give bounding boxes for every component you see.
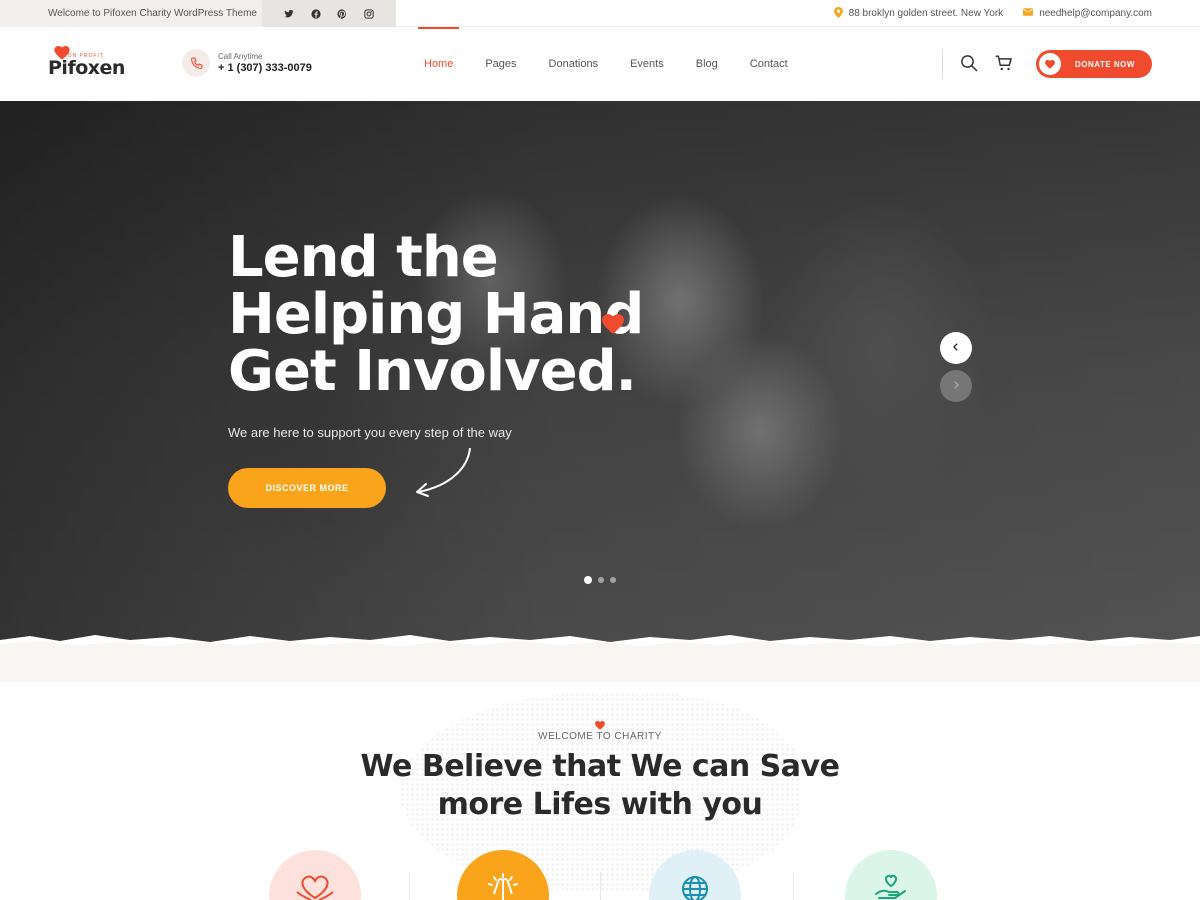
nav-blog[interactable]: Blog [696,27,718,101]
heart-hands-icon [292,872,338,900]
heart-icon [1039,53,1061,75]
section-tagline: WELCOME TO CHARITY [538,731,662,742]
section-title-line: We Believe that We can Save [360,749,840,784]
chevron-left-icon [951,339,961,357]
torn-paper-edge [0,635,1200,682]
header-divider [942,49,943,79]
divider [793,872,794,900]
curved-arrow-icon [410,446,474,505]
praying-hands-icon [483,872,523,900]
divider [409,872,410,900]
feature-circle-give[interactable] [845,850,937,900]
logo-text: Pifoxen [48,57,125,79]
hero-title: Lend the Helping Hand Get Involved. [228,225,644,404]
phone-icon [182,49,210,77]
slider-next-button[interactable] [940,370,972,402]
address-text: 88 broklyn golden street. New York [848,8,1004,19]
slider-dot[interactable] [598,577,604,583]
top-bar: Welcome to Pifoxen Charity WordPress The… [0,0,1200,27]
slider-dots [584,576,616,584]
main-header: NON PROFIT Pifoxen Call Anytime + 1 (307… [0,27,1200,101]
chevron-right-icon [951,377,961,395]
social-links [262,0,396,27]
call-anytime[interactable]: Call Anytime + 1 (307) 333-0079 [182,49,312,77]
heart-icon [602,311,624,340]
call-number[interactable]: + 1 (307) 333-0079 [218,62,312,74]
hero-title-line: Get Involved. [228,339,637,404]
donate-label: DONATE NOW [1075,59,1135,69]
nav-donations[interactable]: Donations [549,27,599,101]
location-pin-icon [833,6,843,21]
logo[interactable]: NON PROFIT Pifoxen [48,45,128,85]
pinterest-icon[interactable] [335,7,349,21]
nav-events[interactable]: Events [630,27,664,101]
main-nav: Home Pages Donations Events Blog Contact [417,27,820,101]
slider-dot[interactable] [610,577,616,583]
discover-more-button[interactable]: DISCOVER MORE [228,468,386,508]
email-info[interactable]: needhelp@company.com [1023,8,1152,19]
slider-dot[interactable] [584,576,592,584]
feature-circle-care[interactable] [269,850,361,900]
nav-pages[interactable]: Pages [485,27,516,101]
divider [600,872,601,900]
welcome-text: Welcome to Pifoxen Charity WordPress The… [0,0,262,27]
nav-contact[interactable]: Contact [750,27,788,101]
email-text[interactable]: needhelp@company.com [1039,8,1152,19]
search-icon[interactable] [960,54,980,74]
nav-home[interactable]: Home [417,27,460,101]
hero-title-line: Lend the [228,225,499,290]
cart-icon[interactable] [995,54,1015,74]
welcome-section: WELCOME TO CHARITY We Believe that We ca… [0,682,1200,900]
call-label: Call Anytime [218,52,263,61]
slider-prev-button[interactable] [940,332,972,364]
address-info: 88 broklyn golden street. New York [833,6,1004,21]
donate-now-button[interactable]: DONATE NOW [1036,50,1152,78]
instagram-icon[interactable] [362,7,376,21]
facebook-icon[interactable] [309,7,323,21]
hand-heart-icon [873,872,909,900]
envelope-icon [1023,8,1034,19]
section-title: We Believe that We can Save more Lifes w… [0,748,1200,824]
globe-icon [678,872,712,900]
twitter-icon[interactable] [282,7,296,21]
hero-slider: Lend the Helping Hand Get Involved. We a… [0,101,1200,676]
section-title-line: more Lifes with you [437,787,763,822]
hero-subtitle: We are here to support you every step of… [228,425,512,440]
hero-title-line: Helping Hand [228,282,644,347]
